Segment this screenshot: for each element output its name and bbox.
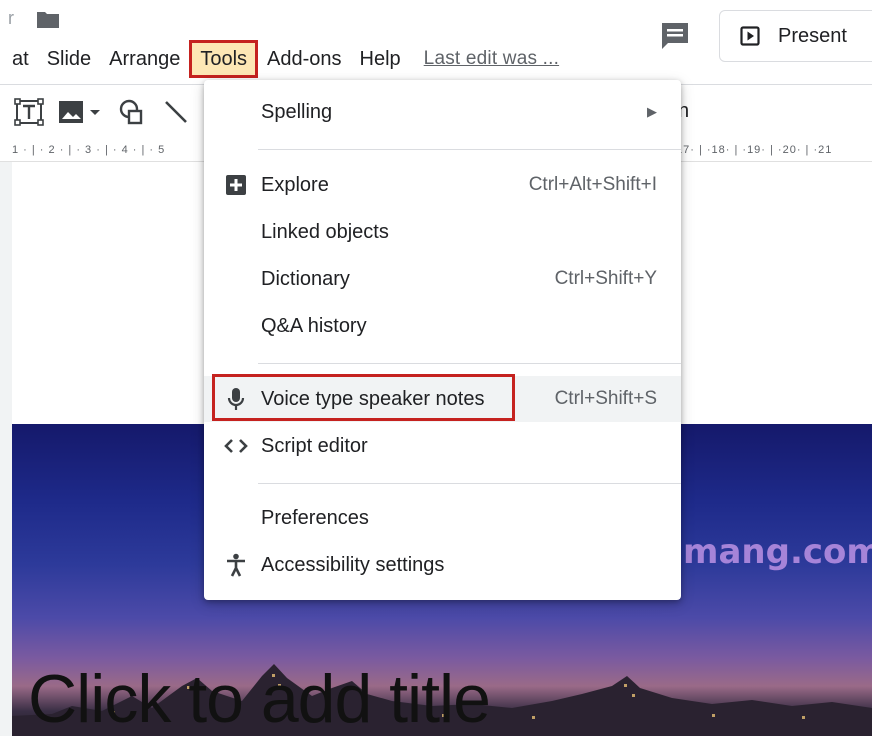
menu-item-qa-history[interactable]: Q&A history xyxy=(204,303,681,349)
image-icon[interactable] xyxy=(58,98,104,126)
menu-item-dictionary[interactable]: Dictionary Ctrl+Shift+Y xyxy=(204,256,681,302)
text-box-icon[interactable] xyxy=(14,98,44,126)
menu-item-shortcut: Ctrl+Alt+Shift+I xyxy=(528,174,657,195)
menu-arrange[interactable]: Arrange xyxy=(100,40,189,78)
code-icon xyxy=(224,434,248,458)
menu-separator xyxy=(258,149,681,150)
menu-item-label: Linked objects xyxy=(261,220,389,243)
menu-item-label: Script editor xyxy=(261,434,368,457)
line-icon[interactable] xyxy=(162,98,190,126)
menu-bar: at Slide Arrange Tools Add-ons Help Last… xyxy=(0,40,559,78)
comment-icon[interactable] xyxy=(659,20,691,52)
menu-item-preferences[interactable]: Preferences xyxy=(204,495,681,541)
menu-separator xyxy=(258,363,681,364)
menu-slide[interactable]: Slide xyxy=(38,40,100,78)
menu-item-shortcut: Ctrl+Shift+S xyxy=(554,388,657,409)
shape-icon[interactable] xyxy=(118,98,146,126)
folder-icon[interactable] xyxy=(36,10,60,30)
menu-separator xyxy=(258,483,681,484)
menu-item-script-editor[interactable]: Script editor xyxy=(204,423,681,469)
tools-menu: Spelling ▶ Explore Ctrl+Alt+Shift+I Link… xyxy=(204,80,681,600)
menu-item-label: Dictionary xyxy=(261,267,350,290)
menu-item-linked-objects[interactable]: Linked objects xyxy=(204,209,681,255)
present-button[interactable]: Present xyxy=(719,10,872,62)
explore-icon xyxy=(224,173,248,197)
last-edit-link[interactable]: Last edit was ... xyxy=(424,48,559,70)
menu-format[interactable]: at xyxy=(0,40,38,78)
menu-item-label: Accessibility settings xyxy=(261,553,445,576)
menu-item-accessibility-settings[interactable]: Accessibility settings xyxy=(204,542,681,588)
present-label: Present xyxy=(778,24,847,47)
submenu-arrow-icon: ▶ xyxy=(647,104,657,119)
slide-title-placeholder[interactable]: Click to add title xyxy=(28,660,491,736)
menu-item-label: Spelling xyxy=(261,100,333,123)
ruler-left-ticks: 1 · | · 2 · | · 3 · | · 4 · | · 5 xyxy=(12,144,166,156)
menu-help[interactable]: Help xyxy=(351,40,410,78)
accessibility-icon xyxy=(224,553,248,577)
present-icon xyxy=(740,26,760,46)
menu-item-label: Explore xyxy=(261,173,329,196)
menu-item-explore[interactable]: Explore Ctrl+Alt+Shift+I xyxy=(204,162,681,208)
menu-item-label: Preferences xyxy=(261,506,369,529)
menu-item-shortcut: Ctrl+Shift+Y xyxy=(554,268,657,289)
annotation-highlight-box xyxy=(212,374,515,421)
title-fragment: r xyxy=(8,8,14,28)
menu-tools[interactable]: Tools xyxy=(189,40,259,78)
menu-item-spelling[interactable]: Spelling ▶ xyxy=(204,89,681,135)
app-header: r at Slide Arrange Tools Add-ons Help La… xyxy=(0,0,872,84)
ruler-right-ticks: 17· | ·18· | ·19· | ·20· | ·21 xyxy=(676,144,833,156)
menu-addons[interactable]: Add-ons xyxy=(258,40,351,78)
menu-item-label: Q&A history xyxy=(261,314,367,337)
